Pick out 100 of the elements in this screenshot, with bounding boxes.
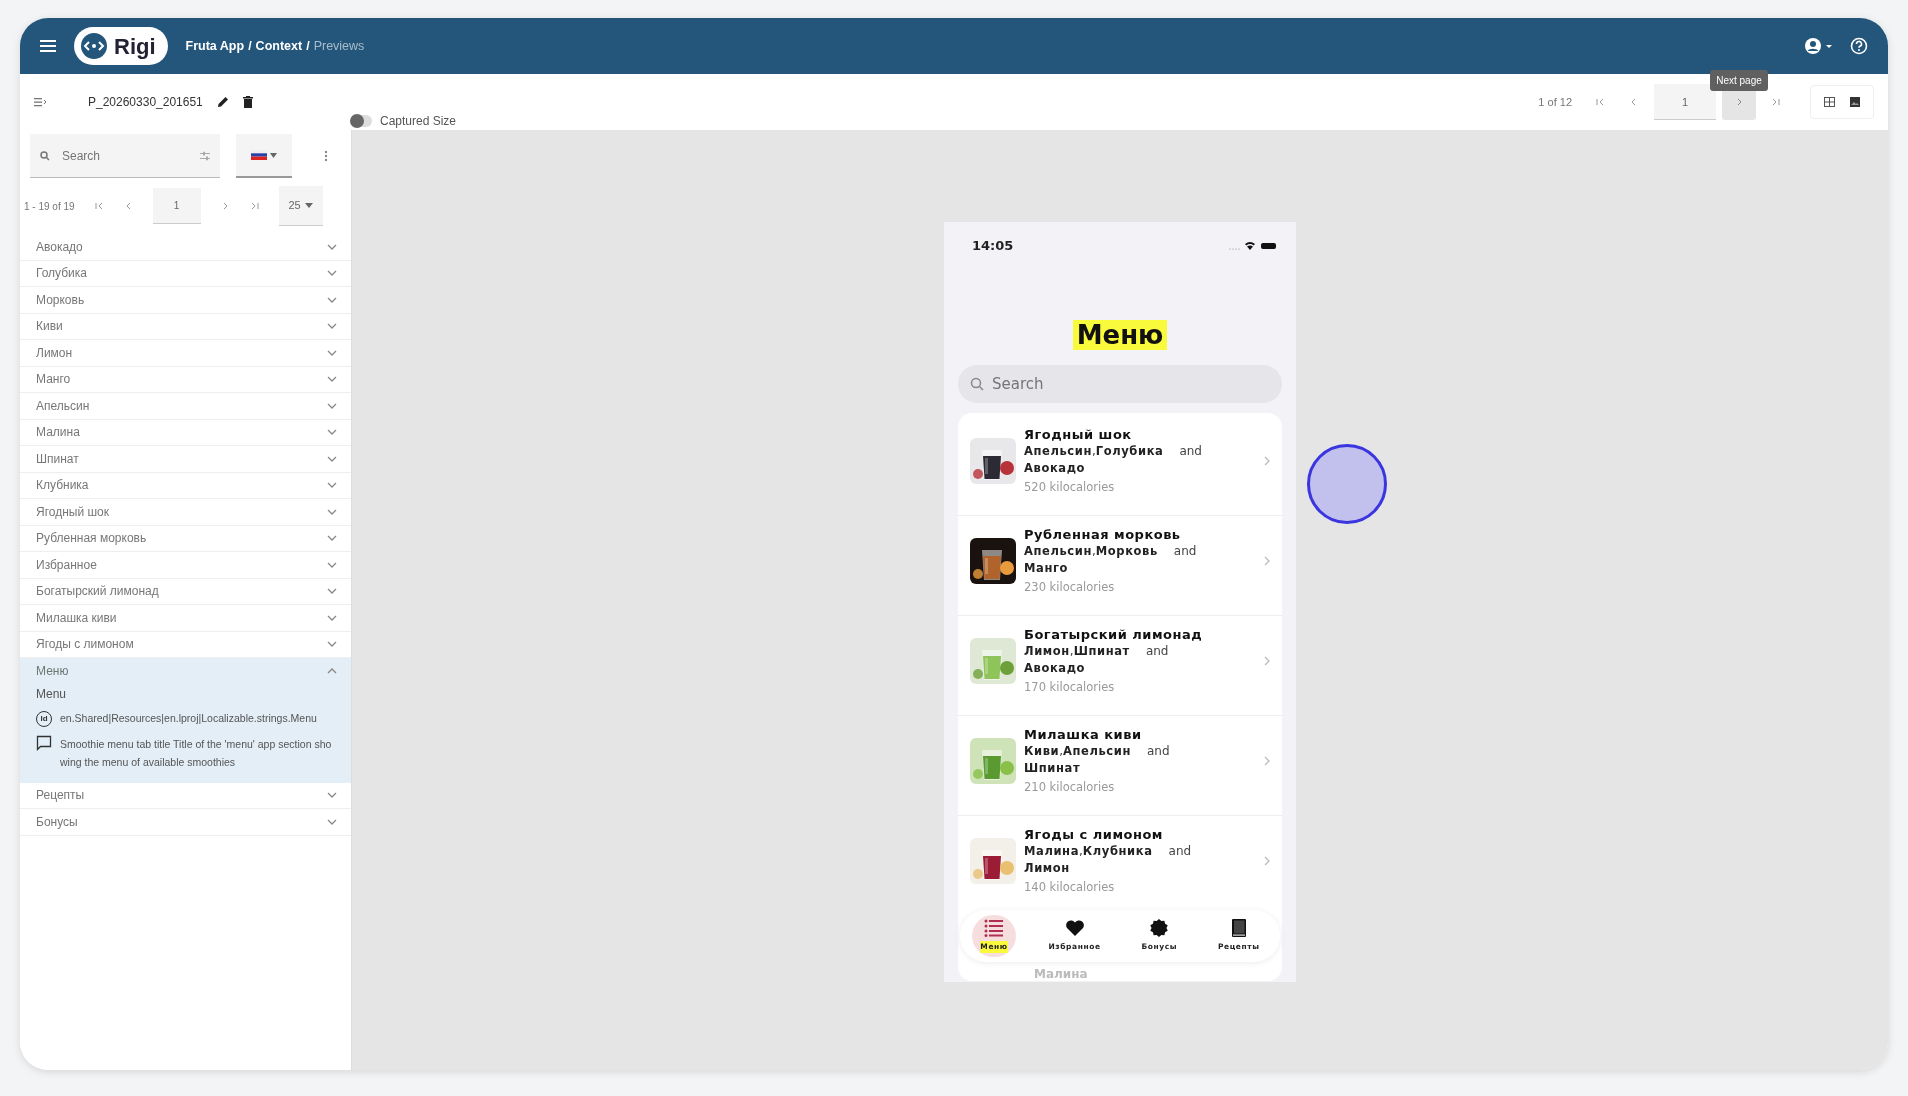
conjunction: and [1173, 544, 1197, 558]
ingredient-separator: , [1069, 644, 1074, 658]
breadcrumb-separator: / [306, 37, 310, 55]
smoothie-name: Ягоды с лимоном [1024, 826, 1164, 843]
chevron-icon [1264, 756, 1270, 766]
ingredient-separator: , [1091, 443, 1096, 458]
menu-icon[interactable] [40, 39, 56, 53]
ingredient: Авокадо [1024, 661, 1086, 675]
chevron-icon [327, 349, 337, 356]
breadcrumb-link[interactable]: Context [255, 36, 303, 56]
heart-icon [1064, 919, 1085, 938]
smoothie-name: Милашка киви [1024, 726, 1143, 743]
first-page-icon [1595, 97, 1605, 107]
chevron-icon [327, 402, 337, 409]
calories: 520 kilocalories [1024, 479, 1115, 494]
chevron-icon [327, 588, 337, 595]
ingredient-separator: , [1059, 744, 1064, 758]
ingredient: Шпинат [1024, 761, 1081, 775]
list-icon [984, 919, 1005, 938]
chevron-icon [327, 668, 337, 675]
conjunction: and [1179, 443, 1202, 458]
search-icon [970, 376, 984, 391]
page-field[interactable]: 1 [152, 188, 201, 224]
ingredient: Апельсин [1063, 744, 1131, 758]
chevron-icon [327, 455, 337, 462]
chevron-icon [327, 323, 337, 330]
search-field[interactable]: Search [30, 134, 220, 178]
chevron-icon [1264, 856, 1270, 866]
smoothie-row[interactable]: Милашка киви Киви,Апельсин and Шпинат 210 kilocalories [958, 714, 1282, 807]
search-icon [40, 151, 50, 161]
conjunction: and [1145, 644, 1169, 658]
smoothie-row[interactable]: Рубленная морковь Апельсин,Морковь and Манго 230 kilocalories [958, 514, 1282, 607]
chevron-icon [327, 376, 337, 383]
image-icon [1850, 97, 1860, 107]
breadcrumb-current: Previews [313, 37, 365, 55]
ingredient-separator: , [1079, 844, 1083, 858]
string-key: en.Shared|Resources|en.lproj|Localizable.strings.Menu [60, 710, 317, 727]
tooltip: Next page [1710, 70, 1768, 91]
string-comment: Smoothie menu tab title Title of the 'menu' app section showing the menu of available smoothies [60, 736, 333, 770]
list-item[interactable]: Меню [20, 658, 351, 685]
pencil-icon[interactable] [216, 96, 229, 108]
chevron-icon [1264, 656, 1270, 666]
page-count: 1 of 12 [1538, 94, 1572, 110]
chevron-icon [327, 243, 337, 250]
ingredient: Авокадо [1024, 460, 1086, 475]
chevron-icon [327, 614, 337, 621]
chevron-icon [327, 818, 337, 825]
first-page-icon [93, 201, 104, 211]
caret-icon [304, 203, 313, 208]
calories: 230 kilocalories [1024, 580, 1115, 594]
chevron-icon [327, 482, 337, 489]
calories: 210 kilocalories [1024, 780, 1115, 794]
smoothie-name: Малина [1034, 966, 1088, 981]
search-field[interactable]: Search [958, 364, 1282, 403]
file-name: P_20260330_201651 [88, 94, 203, 111]
page-size-dropdown[interactable]: 25 [278, 186, 323, 226]
captured-size-toggle[interactable] [352, 115, 372, 127]
smoothie-name: Рубленная морковь [1024, 526, 1182, 543]
help-icon[interactable] [1850, 37, 1868, 55]
chevron-icon [327, 508, 337, 515]
page-field[interactable]: 1 [1654, 84, 1716, 120]
book-icon [1230, 919, 1247, 938]
more-icon[interactable] [324, 150, 328, 162]
smoothie-name: Ягодный шок [1024, 425, 1133, 443]
chevron-icon [327, 535, 337, 542]
last-page-icon [1771, 97, 1781, 107]
ingredient-separator: , [1091, 544, 1096, 558]
flag-icon [251, 150, 267, 160]
seal-icon [1149, 919, 1170, 938]
chevron-icon [327, 296, 337, 303]
account-icon[interactable] [1804, 37, 1834, 55]
calories: 170 kilocalories [1024, 680, 1115, 694]
breadcrumb-link[interactable]: Fruta App [185, 36, 245, 56]
chevron-icon [1264, 455, 1270, 466]
logo[interactable]: Rigi [74, 27, 168, 65]
captured-size-label: Captured Size [380, 113, 457, 130]
smoothie-name: Богатырский лимонад [1024, 626, 1204, 643]
smoothie-row[interactable]: Ягоды с лимоном Малина,Клубника and Лимон 140 kilocalories [958, 814, 1282, 907]
conjunction: and [1168, 844, 1192, 858]
smoothie-row[interactable]: Ягодный шок Апельсин,Голубика and Авокадо 520 kilocalories [958, 414, 1282, 507]
logo-icon [80, 32, 108, 60]
ingredient: Шпинат [1073, 644, 1130, 658]
ingredient: Малина [1024, 844, 1079, 858]
grid-icon [1823, 97, 1835, 107]
screen-title: Меню [1072, 319, 1168, 350]
last-page-icon [249, 201, 260, 211]
conjunction: and [1147, 744, 1170, 758]
smoothie-row[interactable]: Богатырский лимонад Лимон,Шпинат and Авокадо 170 kilocalories [958, 614, 1282, 707]
panel-toggle-icon[interactable] [34, 97, 46, 107]
trash-icon[interactable] [242, 96, 253, 108]
comment-icon [36, 734, 52, 751]
language-dropdown[interactable] [236, 134, 292, 178]
caret-icon [270, 152, 277, 158]
chevron-icon [327, 641, 337, 648]
ingredient: Апельсин [1024, 544, 1092, 558]
calories: 140 kilocalories [1024, 880, 1115, 894]
status-time: 14:05 [972, 237, 1014, 255]
translation-value: Menu [36, 685, 68, 703]
ingredient: Лимон [1024, 861, 1070, 875]
ingredient: Киви [1024, 744, 1060, 758]
